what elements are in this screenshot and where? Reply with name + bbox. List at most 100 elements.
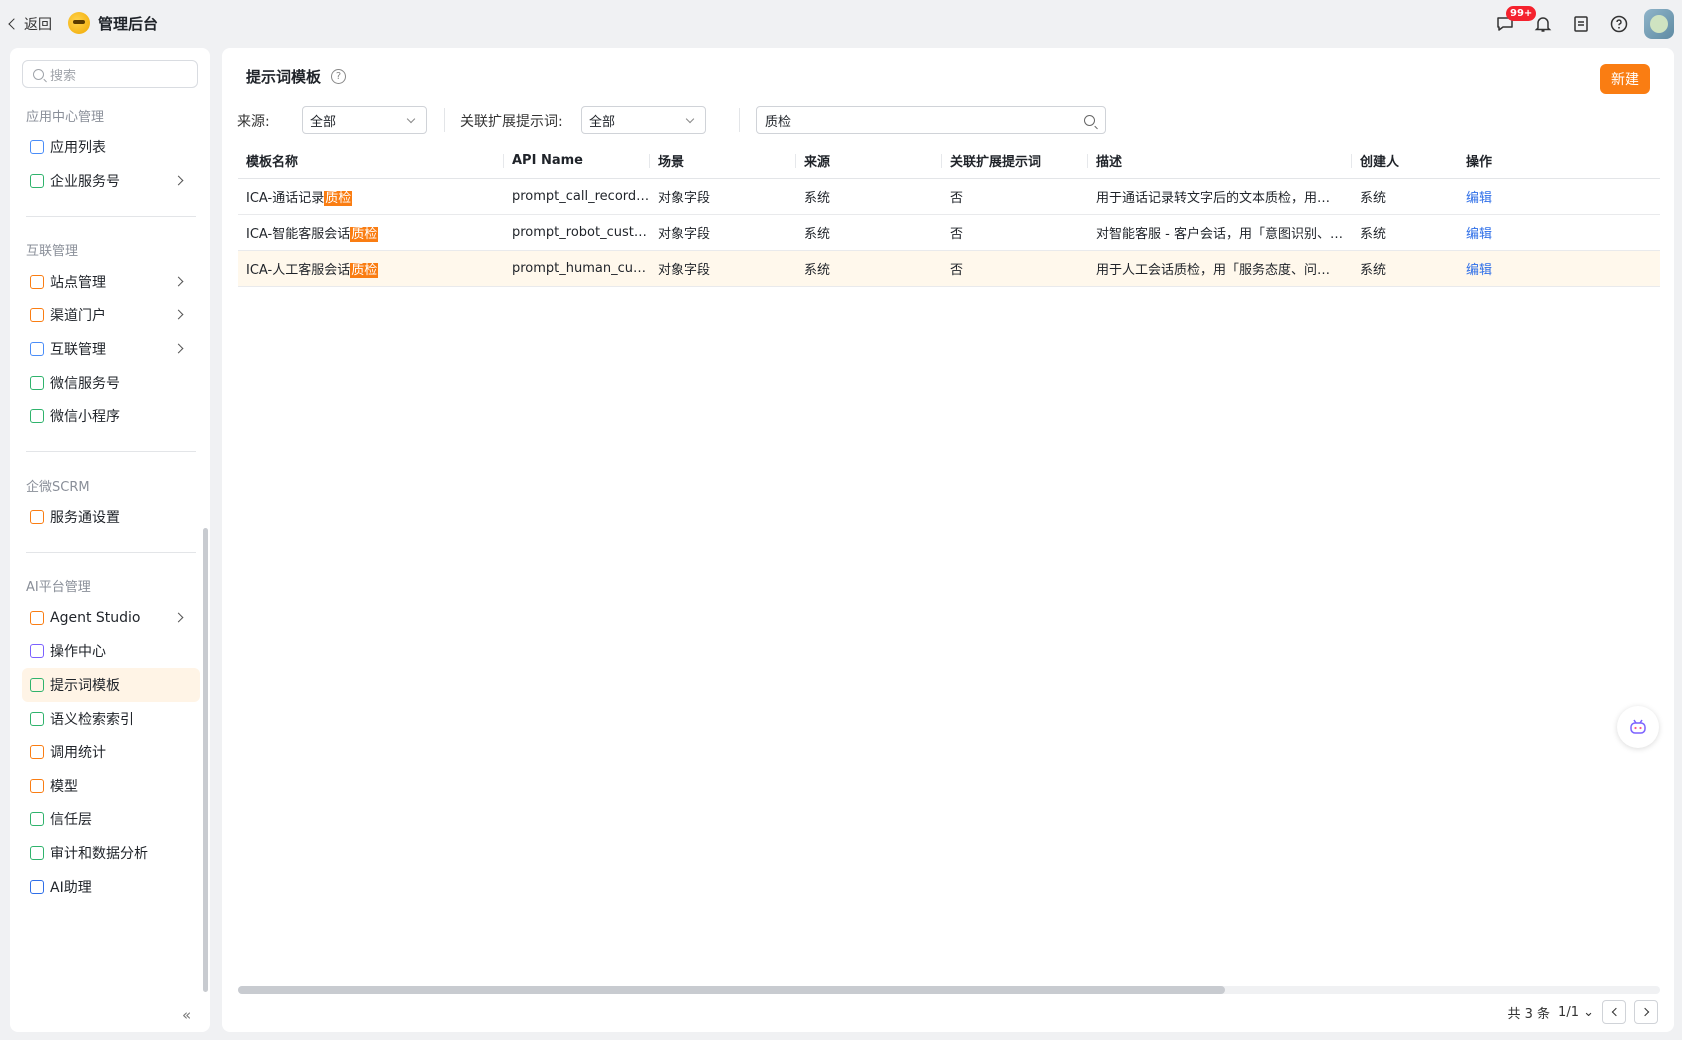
table-header-row: 模板名称 API Name 场景 来源 关联扩展提示词 描述 创建人 操作: [238, 144, 1660, 179]
sidebar-item-label: 服务通设置: [50, 510, 120, 526]
sidebar-search-input[interactable]: 搜索: [22, 60, 198, 88]
robot-icon: [30, 611, 44, 625]
keyword-value: 质检: [765, 114, 792, 130]
sidebar-item-label: 应用列表: [50, 140, 106, 156]
sidebar-item[interactable]: 微信服务号: [22, 366, 200, 400]
cell-name: ICA-人工客服会话质检: [238, 250, 504, 287]
grid-icon: [30, 140, 44, 154]
bar-chart-icon: [30, 745, 44, 759]
col-header-description[interactable]: 描述: [1088, 144, 1352, 179]
sidebar-item[interactable]: 操作中心: [22, 634, 200, 668]
collapse-sidebar-icon[interactable]: «: [182, 1006, 191, 1024]
horizontal-scrollbar[interactable]: [238, 986, 1660, 994]
sidebar-item[interactable]: 应用列表: [22, 130, 200, 164]
sidebar-item[interactable]: 调用统计: [22, 735, 200, 769]
sidebar-scrollbar[interactable]: [203, 528, 208, 992]
help-icon[interactable]: ?: [331, 69, 347, 84]
keyword-search-input[interactable]: 质检: [756, 106, 1106, 134]
top-bar: 返回 管理后台 99+: [0, 0, 1682, 48]
col-header-name[interactable]: 模板名称: [238, 144, 504, 179]
table-row[interactable]: ICA-人工客服会话质检 prompt_human_cus… 对象字段 系统否用于人工…: [238, 250, 1660, 287]
cell-name: ICA-智能客服会话质检: [238, 214, 504, 251]
prev-page-button[interactable]: [1602, 1000, 1626, 1024]
sidebar-item[interactable]: 站点管理: [22, 265, 200, 299]
cell-action: 编辑: [1458, 250, 1660, 287]
chevron-right-icon: [173, 309, 184, 320]
col-header-related[interactable]: 关联扩展提示词: [942, 144, 1088, 179]
sidebar-item-label: 操作中心: [50, 644, 106, 660]
table-row[interactable]: ICA-通话记录质检 prompt_call_record… 对象字段 系统否用于通话…: [238, 178, 1660, 215]
sidebar-item[interactable]: 企业服务号: [22, 164, 200, 198]
related-select[interactable]: 全部: [581, 106, 706, 134]
search-icon: [33, 68, 44, 80]
sidebar-item[interactable]: 模型: [22, 769, 200, 803]
new-button[interactable]: 新建: [1600, 64, 1650, 94]
scrollbar-thumb[interactable]: [238, 986, 1225, 994]
sidebar-item-label: 模型: [50, 779, 78, 795]
source-select[interactable]: 全部: [302, 106, 427, 134]
app-brand: 管理后台: [68, 12, 158, 34]
col-header-action: 操作: [1458, 144, 1660, 179]
page-indicator: 1/1: [1558, 1004, 1579, 1020]
sidebar-item[interactable]: 互联管理: [22, 332, 200, 366]
search-placeholder: 搜索: [50, 68, 77, 84]
bell-icon: [1534, 17, 1552, 32]
notifications-button[interactable]: [1524, 8, 1562, 40]
inbox-button[interactable]: [1562, 8, 1600, 40]
app-title: 管理后台: [98, 14, 159, 33]
sidebar-item-label: 渠道门户: [50, 308, 106, 324]
user-avatar[interactable]: [1644, 9, 1674, 39]
sidebar-item[interactable]: 语义检索索引: [22, 702, 200, 736]
cell-description: 用于人工会话质检，用「服务态度、问…: [1088, 250, 1352, 287]
sidebar-item-label: 互联管理: [50, 342, 106, 358]
page-selector[interactable]: 1/1 ⌄: [1558, 1005, 1594, 1020]
sidebar-item[interactable]: 微信小程序: [22, 399, 200, 433]
chevron-left-icon: [1611, 1007, 1620, 1017]
cell-creator: 系统: [1352, 250, 1458, 287]
search-highlight: 质检: [350, 226, 379, 242]
cell-source: 系统: [796, 250, 942, 287]
sidebar-item[interactable]: 渠道门户: [22, 298, 200, 332]
messages-button[interactable]: 99+: [1486, 6, 1537, 40]
sidebar-item[interactable]: Agent Studio: [22, 601, 200, 635]
search-icon[interactable]: [1084, 115, 1095, 126]
settings-doc-icon: [30, 510, 44, 524]
cell-related: 否: [942, 178, 1088, 215]
table-row[interactable]: ICA-智能客服会话质检 prompt_robot_cust… 对象字段 系统否对智能…: [238, 214, 1660, 251]
sidebar-item-label: 微信小程序: [50, 409, 120, 425]
next-page-button[interactable]: [1634, 1000, 1658, 1024]
col-header-api-name[interactable]: API Name: [504, 144, 650, 179]
col-header-source[interactable]: 来源: [796, 144, 942, 179]
bookmark-icon: [30, 174, 44, 188]
chevron-down-icon: [685, 114, 695, 124]
sidebar-section-title: 互联管理: [26, 244, 79, 259]
edit-link[interactable]: 编辑: [1466, 227, 1492, 242]
back-label: 返回: [24, 17, 52, 33]
sidebar-item[interactable]: 信任层: [22, 802, 200, 836]
cell-api-name: prompt_call_record…: [504, 178, 650, 215]
sidebar-item-label: AI助理: [50, 880, 92, 896]
help-button[interactable]: [1600, 8, 1638, 40]
edit-link[interactable]: 编辑: [1466, 263, 1492, 278]
page-title-text: 提示词模板: [246, 68, 322, 86]
calendar-icon: [30, 644, 44, 658]
chevron-right-icon: [173, 175, 184, 186]
filter-divider: [739, 108, 740, 132]
sidebar-section-title: 企微SCRM: [26, 480, 90, 495]
back-button[interactable]: 返回: [8, 14, 52, 34]
cell-scene: 对象字段: [650, 214, 796, 251]
document-icon: [1574, 16, 1588, 32]
sidebar-item[interactable]: 提示词模板: [22, 668, 200, 702]
page-title: 提示词模板 ?: [246, 66, 347, 87]
edit-link[interactable]: 编辑: [1466, 191, 1492, 206]
cell-description: 用于通话记录转文字后的文本质检，用…: [1088, 178, 1352, 215]
search-highlight: 质检: [324, 190, 353, 206]
ai-assistant-float-button[interactable]: [1617, 706, 1659, 748]
sidebar-item[interactable]: 审计和数据分析: [22, 836, 200, 870]
col-header-creator[interactable]: 创建人: [1352, 144, 1458, 179]
col-header-scene[interactable]: 场景: [650, 144, 796, 179]
robot-icon: [1630, 719, 1646, 734]
sidebar-item[interactable]: 服务通设置: [22, 500, 200, 534]
template-name-text: ICA-通话记录: [246, 190, 325, 206]
sidebar-item[interactable]: AI助理: [22, 870, 200, 904]
